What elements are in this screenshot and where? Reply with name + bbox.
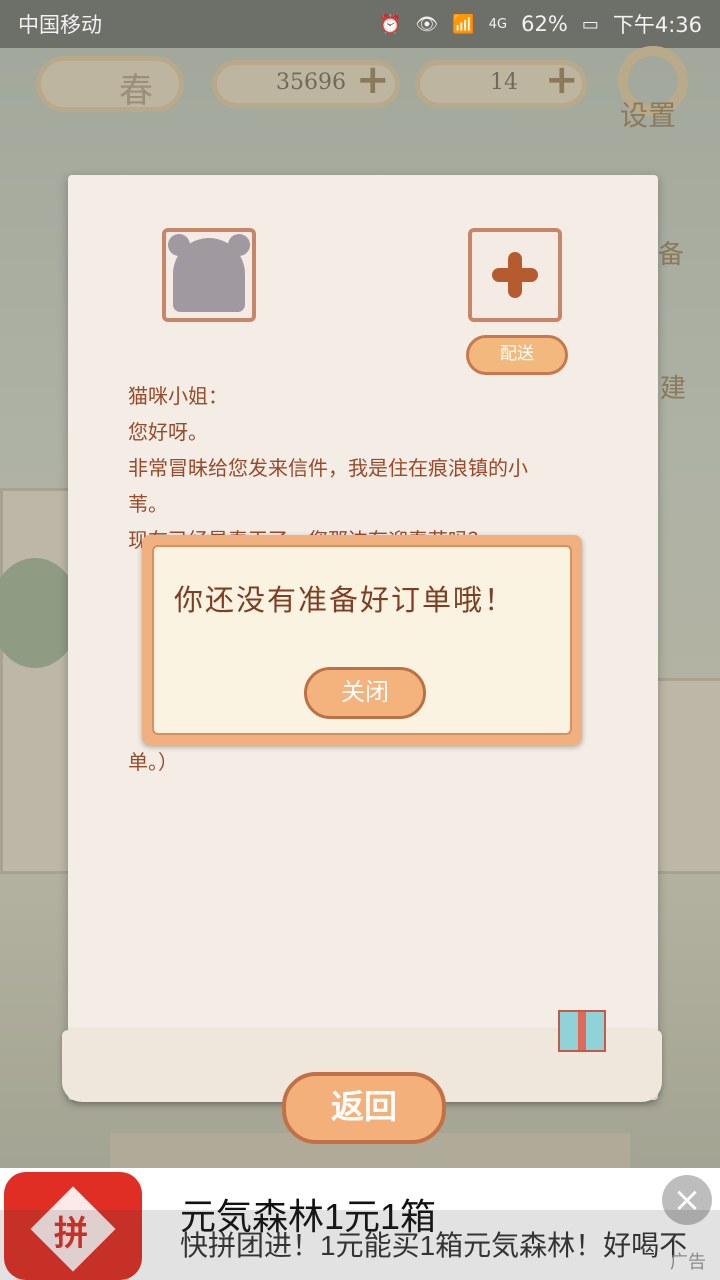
side-label-1: 备 [658, 240, 685, 270]
back-button[interactable]: 返回 [282, 1072, 446, 1144]
network-label: 4G [488, 16, 508, 32]
status-bar: 中国移动 ⏰ 👁 📶 4G 62% ▭ 下午4:36 [0, 0, 720, 48]
letter-line: 您好呀。 [128, 420, 208, 444]
plus-icon-vertical [508, 252, 522, 298]
side-label-2: 建 [660, 374, 687, 404]
alert-message: 你还没有准备好订单哦！ [174, 583, 516, 617]
alert-dialog: 你还没有准备好订单哦！ 关闭 [142, 535, 582, 745]
letter-line: 猫咪小姐： [128, 384, 228, 408]
add-item-slot[interactable] [468, 228, 562, 322]
add-cheese-icon[interactable]: + [545, 60, 579, 100]
alarm-icon: ⏰ [379, 13, 402, 35]
gift-ribbon [578, 1012, 586, 1050]
letter-body: 猫咪小姐： 您好呀。 非常冒昧给您发来信件，我是住在痕浪镇的小 苇。 现在已经是… [128, 378, 608, 558]
gift-icon[interactable] [558, 1010, 606, 1052]
fish-count: 35696 [276, 70, 346, 95]
alert-dialog-body: 你还没有准备好订单哦！ 关闭 [152, 545, 572, 735]
house-left [0, 488, 76, 874]
ad-logo[interactable]: 拼 [4, 1172, 142, 1280]
ad-logo-text: 拼 [54, 1214, 88, 1254]
battery-icon: ▭ [581, 13, 599, 35]
letter-line: 非常冒昧给您发来信件，我是住在痕浪镇的小 [128, 456, 528, 480]
season-badge[interactable]: 春 [36, 56, 184, 112]
ad-description[interactable]: 快拼团进！1元能买1箱元気森林！好喝不 [180, 1224, 715, 1264]
wifi-icon: 📶 [452, 13, 475, 35]
ad-close-icon[interactable]: × [662, 1175, 712, 1225]
add-fish-icon[interactable]: + [356, 60, 390, 100]
ad-tag: 广告 [670, 1252, 706, 1273]
cheese-count: 14 [490, 70, 518, 95]
letter-line: 苇。 [128, 492, 168, 516]
deliver-button[interactable]: 配送 [466, 335, 568, 375]
season-label: 春 [119, 71, 153, 111]
settings-label: 设置 [620, 99, 677, 132]
avatar-ear-right [228, 234, 250, 256]
eye-icon: 👁 [415, 13, 439, 35]
sender-avatar-slot [162, 228, 256, 322]
carrier-label: 中国移动 [18, 13, 102, 37]
clock: 下午4:36 [612, 13, 702, 37]
house-right [655, 678, 720, 874]
letter-line-last: 单。） [128, 750, 178, 774]
avatar-ear-left [168, 234, 190, 256]
close-button[interactable]: 关闭 [304, 667, 426, 719]
battery-label: 62% [521, 12, 568, 36]
